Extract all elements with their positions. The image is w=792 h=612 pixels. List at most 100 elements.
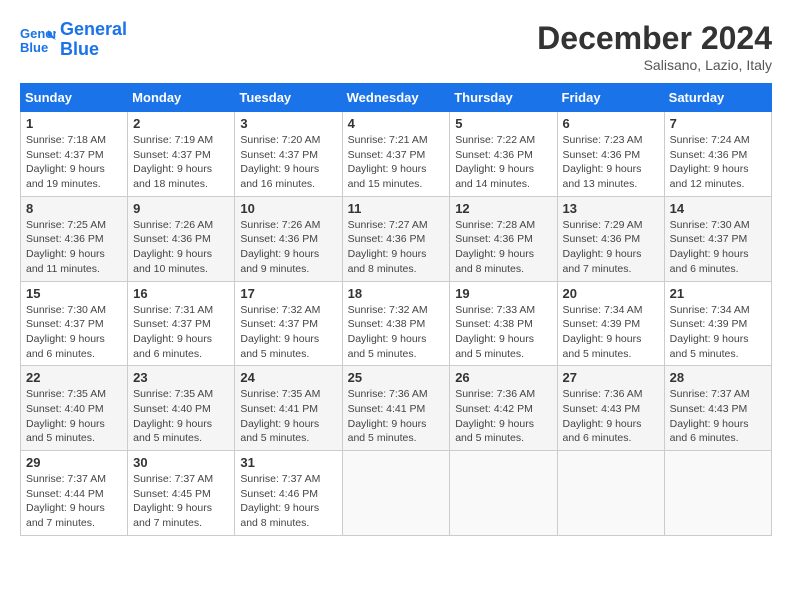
col-monday: Monday: [128, 84, 235, 112]
day-info: Sunrise: 7:23 AMSunset: 4:36 PMDaylight:…: [563, 133, 659, 192]
col-saturday: Saturday: [664, 84, 771, 112]
day-number: 12: [455, 201, 551, 216]
logo-text: General Blue: [60, 20, 127, 60]
day-info: Sunrise: 7:25 AMSunset: 4:36 PMDaylight:…: [26, 218, 122, 277]
table-cell: [557, 451, 664, 536]
day-number: 1: [26, 116, 122, 131]
col-wednesday: Wednesday: [342, 84, 450, 112]
day-number: 16: [133, 286, 229, 301]
day-info: Sunrise: 7:34 AMSunset: 4:39 PMDaylight:…: [670, 303, 766, 362]
day-number: 24: [240, 370, 336, 385]
table-cell: 1 Sunrise: 7:18 AMSunset: 4:37 PMDaylight…: [21, 112, 128, 197]
table-cell: 22 Sunrise: 7:35 AMSunset: 4:40 PMDayligh…: [21, 366, 128, 451]
day-info: Sunrise: 7:36 AMSunset: 4:42 PMDaylight:…: [455, 387, 551, 446]
day-info: Sunrise: 7:19 AMSunset: 4:37 PMDaylight:…: [133, 133, 229, 192]
day-number: 27: [563, 370, 659, 385]
table-cell: 14Sunrise: 7:30 AMSunset: 4:37 PMDayligh…: [664, 196, 771, 281]
table-cell: 13 Sunrise: 7:29 AMSunset: 4:36 PMDayligh…: [557, 196, 664, 281]
table-cell: 25 Sunrise: 7:36 AMSunset: 4:41 PMDayligh…: [342, 366, 450, 451]
table-cell: 2 Sunrise: 7:19 AMSunset: 4:37 PMDaylight…: [128, 112, 235, 197]
day-number: 30: [133, 455, 229, 470]
day-number: 19: [455, 286, 551, 301]
day-info: Sunrise: 7:20 AMSunset: 4:37 PMDaylight:…: [240, 133, 336, 192]
col-sunday: Sunday: [21, 84, 128, 112]
table-cell: 16 Sunrise: 7:31 AMSunset: 4:37 PMDayligh…: [128, 281, 235, 366]
table-cell: 5 Sunrise: 7:22 AMSunset: 4:36 PMDaylight…: [450, 112, 557, 197]
day-number: 8: [26, 201, 122, 216]
day-info: Sunrise: 7:35 AMSunset: 4:40 PMDaylight:…: [26, 387, 122, 446]
day-info: Sunrise: 7:32 AMSunset: 4:38 PMDaylight:…: [348, 303, 445, 362]
calendar-table: Sunday Monday Tuesday Wednesday Thursday…: [20, 83, 772, 536]
calendar-header: Sunday Monday Tuesday Wednesday Thursday…: [21, 84, 772, 112]
day-info: Sunrise: 7:30 AMSunset: 4:37 PMDaylight:…: [670, 218, 766, 277]
day-info: Sunrise: 7:37 AMSunset: 4:46 PMDaylight:…: [240, 472, 336, 531]
day-info: Sunrise: 7:22 AMSunset: 4:36 PMDaylight:…: [455, 133, 551, 192]
day-info: Sunrise: 7:37 AMSunset: 4:45 PMDaylight:…: [133, 472, 229, 531]
day-number: 9: [133, 201, 229, 216]
table-cell: 30 Sunrise: 7:37 AMSunset: 4:45 PMDayligh…: [128, 451, 235, 536]
logo-line1: General: [60, 19, 127, 39]
day-info: Sunrise: 7:37 AMSunset: 4:43 PMDaylight:…: [670, 387, 766, 446]
table-cell: 11 Sunrise: 7:27 AMSunset: 4:36 PMDayligh…: [342, 196, 450, 281]
table-cell: 9Sunrise: 7:26 AMSunset: 4:36 PMDaylight…: [128, 196, 235, 281]
table-cell: 3 Sunrise: 7:20 AMSunset: 4:37 PMDaylight…: [235, 112, 342, 197]
table-cell: 6Sunrise: 7:23 AMSunset: 4:36 PMDaylight…: [557, 112, 664, 197]
day-number: 18: [348, 286, 445, 301]
day-number: 13: [563, 201, 659, 216]
day-number: 23: [133, 370, 229, 385]
day-number: 25: [348, 370, 445, 385]
table-cell: 15 Sunrise: 7:30 AMSunset: 4:37 PMDayligh…: [21, 281, 128, 366]
day-info: Sunrise: 7:35 AMSunset: 4:40 PMDaylight:…: [133, 387, 229, 446]
table-cell: 10Sunrise: 7:26 AMSunset: 4:36 PMDayligh…: [235, 196, 342, 281]
day-number: 10: [240, 201, 336, 216]
day-info: Sunrise: 7:37 AMSunset: 4:44 PMDaylight:…: [26, 472, 122, 531]
day-number: 7: [670, 116, 766, 131]
table-cell: [450, 451, 557, 536]
table-cell: 17Sunrise: 7:32 AMSunset: 4:37 PMDayligh…: [235, 281, 342, 366]
day-info: Sunrise: 7:24 AMSunset: 4:36 PMDaylight:…: [670, 133, 766, 192]
day-info: Sunrise: 7:18 AMSunset: 4:37 PMDaylight:…: [26, 133, 122, 192]
day-number: 29: [26, 455, 122, 470]
header-row: Sunday Monday Tuesday Wednesday Thursday…: [21, 84, 772, 112]
day-number: 15: [26, 286, 122, 301]
table-cell: 21Sunrise: 7:34 AMSunset: 4:39 PMDayligh…: [664, 281, 771, 366]
day-number: 17: [240, 286, 336, 301]
table-cell: 7 Sunrise: 7:24 AMSunset: 4:36 PMDaylight…: [664, 112, 771, 197]
table-cell: 29 Sunrise: 7:37 AMSunset: 4:44 PMDayligh…: [21, 451, 128, 536]
table-row: 15 Sunrise: 7:30 AMSunset: 4:37 PMDayligh…: [21, 281, 772, 366]
table-cell: 31Sunrise: 7:37 AMSunset: 4:46 PMDayligh…: [235, 451, 342, 536]
day-number: 2: [133, 116, 229, 131]
day-info: Sunrise: 7:28 AMSunset: 4:36 PMDaylight:…: [455, 218, 551, 277]
day-info: Sunrise: 7:27 AMSunset: 4:36 PMDaylight:…: [348, 218, 445, 277]
day-number: 11: [348, 201, 445, 216]
table-cell: 24 Sunrise: 7:35 AMSunset: 4:41 PMDayligh…: [235, 366, 342, 451]
table-cell: 28 Sunrise: 7:37 AMSunset: 4:43 PMDayligh…: [664, 366, 771, 451]
logo-icon: General Blue: [20, 22, 56, 58]
day-info: Sunrise: 7:30 AMSunset: 4:37 PMDaylight:…: [26, 303, 122, 362]
day-info: Sunrise: 7:36 AMSunset: 4:43 PMDaylight:…: [563, 387, 659, 446]
day-info: Sunrise: 7:34 AMSunset: 4:39 PMDaylight:…: [563, 303, 659, 362]
table-cell: 26Sunrise: 7:36 AMSunset: 4:42 PMDayligh…: [450, 366, 557, 451]
day-info: Sunrise: 7:33 AMSunset: 4:38 PMDaylight:…: [455, 303, 551, 362]
table-row: 22 Sunrise: 7:35 AMSunset: 4:40 PMDayligh…: [21, 366, 772, 451]
day-number: 20: [563, 286, 659, 301]
table-cell: 23 Sunrise: 7:35 AMSunset: 4:40 PMDayligh…: [128, 366, 235, 451]
day-info: Sunrise: 7:35 AMSunset: 4:41 PMDaylight:…: [240, 387, 336, 446]
day-number: 28: [670, 370, 766, 385]
day-info: Sunrise: 7:36 AMSunset: 4:41 PMDaylight:…: [348, 387, 445, 446]
day-number: 22: [26, 370, 122, 385]
day-number: 3: [240, 116, 336, 131]
table-row: 8 Sunrise: 7:25 AMSunset: 4:36 PMDaylight…: [21, 196, 772, 281]
table-cell: 8 Sunrise: 7:25 AMSunset: 4:36 PMDaylight…: [21, 196, 128, 281]
day-number: 5: [455, 116, 551, 131]
table-row: 1 Sunrise: 7:18 AMSunset: 4:37 PMDaylight…: [21, 112, 772, 197]
table-cell: 12 Sunrise: 7:28 AMSunset: 4:36 PMDayligh…: [450, 196, 557, 281]
col-friday: Friday: [557, 84, 664, 112]
table-cell: [342, 451, 450, 536]
day-info: Sunrise: 7:31 AMSunset: 4:37 PMDaylight:…: [133, 303, 229, 362]
logo: General Blue General Blue: [20, 20, 127, 60]
page-header: General Blue General Blue December 2024 …: [20, 20, 772, 73]
day-info: Sunrise: 7:29 AMSunset: 4:36 PMDaylight:…: [563, 218, 659, 277]
table-cell: 4Sunrise: 7:21 AMSunset: 4:37 PMDaylight…: [342, 112, 450, 197]
svg-text:Blue: Blue: [20, 40, 48, 55]
